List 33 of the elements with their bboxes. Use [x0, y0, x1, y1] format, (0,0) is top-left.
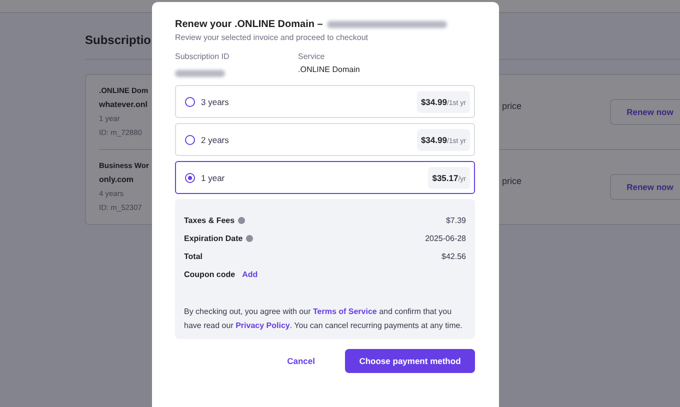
price-value: $35.17 — [432, 172, 458, 182]
domain-name: only.com — [99, 174, 134, 186]
choose-payment-method-button[interactable]: Choose payment method — [345, 349, 475, 373]
summary-value: 2025-06-28 — [425, 234, 466, 242]
plan-label: 1 year — [201, 172, 225, 182]
summary-value: $7.39 — [446, 216, 466, 224]
modal-subtitle: Review your selected invoice and proceed to checkout — [175, 33, 369, 42]
terms-text: By checking out, you agree with our Terms of Service and confirm that you have read our Privacy Policy. You can cancel recurring payments at any time. — [184, 306, 464, 332]
price-value: $34.99 — [420, 96, 447, 106]
plan-label: 2 years — [201, 134, 229, 144]
coupon-label: Coupon code — [184, 270, 236, 278]
domain-name: whatever.onl — [99, 99, 148, 111]
price-note: price — [502, 176, 523, 186]
modal-title: Renew your .ONLINE Domain – — [175, 19, 323, 30]
radio-button[interactable] — [185, 96, 195, 106]
field-label: Service — [298, 52, 326, 61]
summary-label: Taxes & Fees — [184, 216, 235, 224]
renew-now-button[interactable]: Renew now — [610, 99, 680, 125]
summary-label: Total — [184, 252, 203, 260]
price-value: $34.99 — [420, 134, 447, 144]
add-coupon-link[interactable]: Add — [242, 270, 258, 278]
renew-now-button[interactable]: Renew now — [610, 174, 680, 200]
radio-button[interactable] — [185, 134, 195, 144]
radio-button[interactable] — [185, 172, 195, 182]
price-note: price — [502, 101, 523, 111]
summary-label: Expiration Date — [184, 234, 243, 242]
terms-link[interactable]: Privacy Policy — [236, 321, 290, 330]
summary-value: $42.56 — [442, 252, 466, 260]
cancel-button[interactable]: Cancel — [279, 352, 323, 370]
field-value: .ONLINE Domain — [298, 65, 361, 74]
field-label: Subscription ID — [175, 52, 230, 61]
plan-label: 3 years — [201, 96, 229, 106]
terms-link[interactable]: Terms of Service — [312, 307, 377, 316]
